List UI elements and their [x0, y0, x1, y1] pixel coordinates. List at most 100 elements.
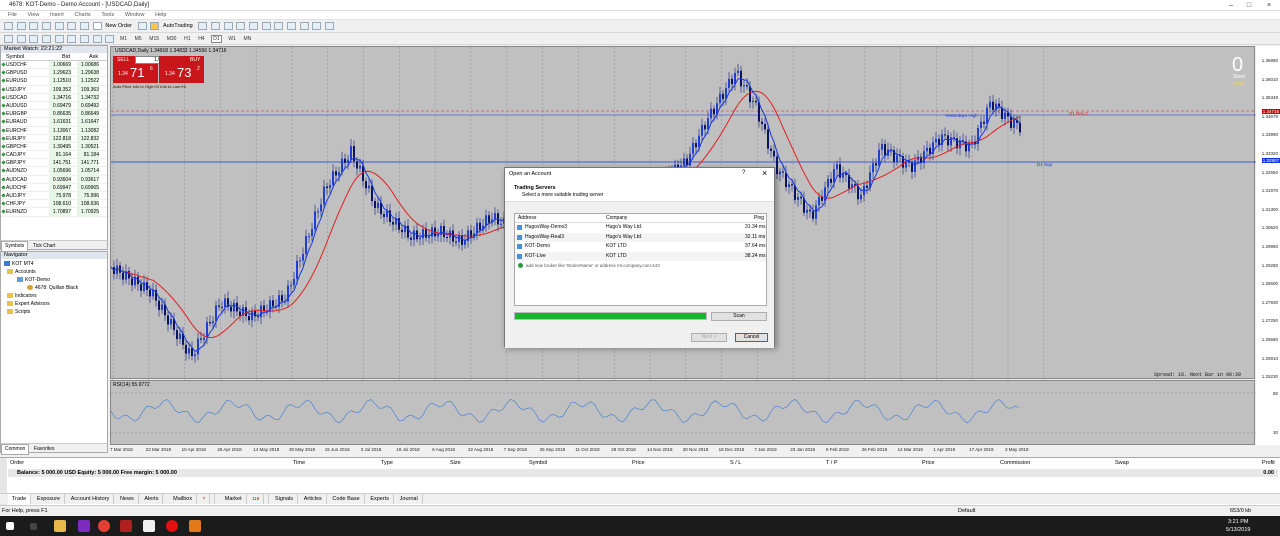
timeframe-w1[interactable]: W1	[227, 36, 237, 42]
visual-studio-icon[interactable]	[78, 520, 90, 532]
fibonacci-icon[interactable]	[80, 35, 90, 43]
tab-tick-chart[interactable]: Tick Chart	[30, 242, 59, 251]
help-button[interactable]: ?	[742, 170, 745, 176]
market-watch-row[interactable]: USDCHF 1.00669 1.00686	[1, 61, 107, 70]
nav-account[interactable]: 4678: Quillan Black	[27, 285, 78, 292]
status-profile[interactable]: Default	[958, 506, 975, 516]
server-row[interactable]: KOT-Live KOT LTD 38.24 ms	[515, 251, 766, 261]
text-icon[interactable]	[92, 35, 102, 43]
terminal-icon[interactable]	[67, 22, 77, 30]
tab-common[interactable]: Common	[1, 444, 30, 455]
col-ask[interactable]: Ask	[89, 53, 98, 61]
tab-code-base[interactable]: Code Base	[328, 494, 365, 504]
market-watch-row[interactable]: AUDCHF 0.69947 0.69965	[1, 183, 107, 193]
tab-alerts[interactable]: Alerts	[140, 494, 164, 504]
tab-mailbox[interactable]: Mailbox 7	[165, 494, 216, 504]
autotrading-button[interactable]: AutoTrading	[163, 23, 193, 29]
market-watch-row[interactable]: EURNZD 1.70897 1.70925	[1, 208, 107, 217]
app-icon[interactable]	[120, 520, 132, 532]
bar-chart-icon[interactable]	[198, 22, 208, 30]
menu-file[interactable]: File	[8, 11, 17, 20]
balance-row[interactable]: Balance: 5 000.00 USD Equity: 5 000.00 F…	[8, 469, 1278, 477]
candle-chart-icon[interactable]	[211, 22, 221, 30]
tester-icon[interactable]	[80, 22, 90, 30]
line-chart-icon[interactable]	[223, 22, 233, 30]
timeframe-h1[interactable]: H1	[183, 36, 191, 42]
new-chart-icon[interactable]	[4, 22, 13, 30]
nav-scripts[interactable]: Scripts	[7, 309, 30, 316]
autotrading-icon[interactable]	[150, 22, 160, 30]
term-col-swap[interactable]: Swap	[1115, 460, 1129, 466]
close-window-button[interactable]: ×	[1262, 1, 1276, 10]
timeframe-d1[interactable]: D1	[211, 35, 222, 43]
tab-account-history[interactable]: Account History	[67, 494, 115, 504]
market-watch-row[interactable]: GBPUSD 1.29623 1.29638	[1, 69, 107, 78]
task-view-icon[interactable]	[30, 523, 37, 530]
vertical-line-icon[interactable]	[29, 35, 39, 43]
nav-experts[interactable]: Expert Advisors	[7, 301, 50, 308]
indicators-icon[interactable]	[299, 22, 309, 30]
timeframe-mn[interactable]: MN	[243, 36, 253, 42]
market-watch-row[interactable]: EURCHF 1.13067 1.13082	[1, 126, 107, 135]
market-watch-row[interactable]: EURUSD 1.12510 1.12522	[1, 77, 107, 86]
timeframe-m5[interactable]: M5	[134, 36, 143, 42]
server-row[interactable]: HugosWay-Demo3 Hugo's Way Ltd. 31.34 ms	[515, 223, 766, 232]
timeframe-h4[interactable]: H4	[197, 36, 205, 42]
term-col-tp[interactable]: T / P	[826, 460, 838, 466]
col-bid[interactable]: Bid	[62, 53, 70, 61]
menu-view[interactable]: View	[28, 11, 40, 20]
templates-icon[interactable]	[325, 22, 335, 30]
arrow-icon[interactable]	[105, 35, 115, 43]
market-watch-row[interactable]: USDJPY 109.352 109.363	[1, 85, 107, 94]
windows-start-icon[interactable]	[6, 522, 14, 530]
clock-date[interactable]: 5/13/2019	[1226, 527, 1250, 533]
crosshair-icon[interactable]	[16, 35, 26, 43]
zoom-in-icon[interactable]	[236, 22, 246, 30]
auto-scroll-icon[interactable]	[274, 22, 284, 30]
market-watch-icon[interactable]	[29, 22, 39, 30]
buy-button[interactable]: BUY 1.34 73 2	[159, 56, 204, 83]
chart-shift-icon[interactable]	[287, 22, 297, 30]
market-watch-row[interactable]: GBPJPY 141.751 141.771	[1, 159, 107, 168]
term-col-symbol[interactable]: Symbol	[529, 460, 547, 466]
maximize-button[interactable]: □	[1242, 1, 1256, 10]
nav-root[interactable]: KOT MT4	[4, 261, 34, 268]
new-order-icon[interactable]	[92, 22, 102, 30]
term-col-sl[interactable]: S / L	[730, 460, 741, 466]
cancel-button[interactable]: Cancel	[735, 333, 768, 342]
market-watch-row[interactable]: EURAUD 1.61631 1.61647	[1, 118, 107, 127]
navigator-icon[interactable]	[54, 22, 64, 30]
minimize-button[interactable]: –	[1224, 1, 1238, 10]
add-broker-row[interactable]: add new broker like 'BrokerName' or addr…	[515, 261, 766, 270]
channel-icon[interactable]	[67, 35, 77, 43]
menu-insert[interactable]: Insert	[50, 11, 64, 20]
tab-articles[interactable]: Articles	[300, 494, 327, 504]
market-watch-row[interactable]: CHFJPY 108.610 108.636	[1, 200, 107, 209]
term-col-order[interactable]: Order	[10, 460, 24, 466]
rsi-panel[interactable]: RSI(14) 55.9772	[110, 380, 1256, 445]
timeframe-m30[interactable]: M30	[166, 36, 178, 42]
server-row[interactable]: HugosWay-Real3 Hugo's Way Ltd. 32.11 ms	[515, 232, 766, 242]
term-col-time[interactable]: Time	[293, 460, 305, 466]
market-watch-row[interactable]: GBPCHF 1.30495 1.30521	[1, 142, 107, 152]
nav-accounts[interactable]: Accounts	[7, 269, 36, 276]
zoom-out-icon[interactable]	[249, 22, 259, 30]
menu-help[interactable]: Help	[155, 11, 166, 20]
col-symbol[interactable]: Symbol	[6, 53, 24, 61]
media-icon[interactable]	[189, 520, 201, 532]
file-explorer-icon[interactable]	[54, 520, 66, 532]
tab-trade[interactable]: Trade	[8, 494, 32, 504]
tab-journal[interactable]: Journal	[396, 494, 423, 504]
term-col-size[interactable]: Size	[450, 460, 461, 466]
next-button[interactable]: Next >	[691, 333, 727, 342]
menu-window[interactable]: Window	[125, 11, 145, 20]
tab-favorites[interactable]: Favorites	[31, 445, 58, 454]
new-order-button[interactable]: New Order	[105, 23, 132, 29]
market-watch-row[interactable]: AUDJPY 75.978 75.996	[1, 192, 107, 201]
term-col-profit[interactable]: Profit	[1262, 460, 1275, 466]
menu-tools[interactable]: Tools	[101, 11, 114, 20]
col-company[interactable]: Company	[606, 214, 627, 223]
scan-button[interactable]: Scan	[711, 312, 767, 321]
market-watch-row[interactable]: AUDUSD 0.69479 0.69492	[1, 101, 107, 111]
tab-exposure[interactable]: Exposure	[33, 494, 66, 504]
